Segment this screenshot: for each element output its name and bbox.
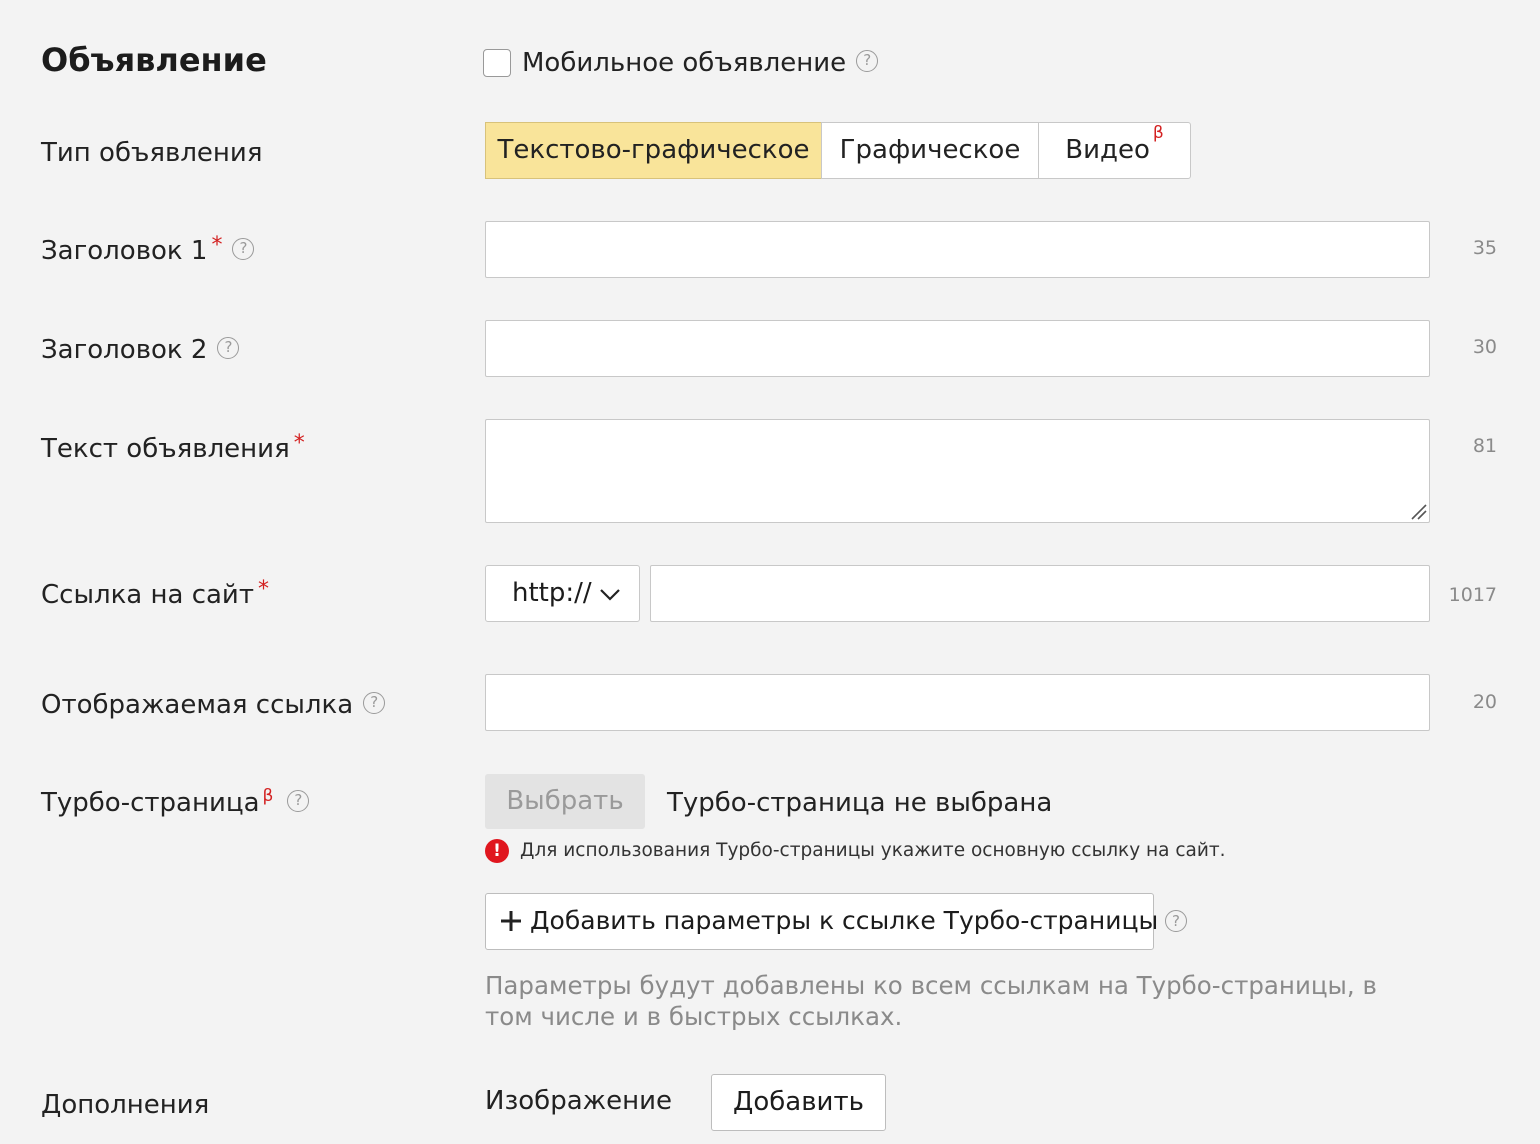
headline1-input[interactable] [485,221,1430,278]
site-link-counter: 1017 [1448,584,1497,606]
headline2-input[interactable] [485,320,1430,377]
turbo-choose-button[interactable]: Выбрать [485,774,645,829]
mobile-ad-row: Мобильное объявление? [522,46,879,80]
turbo-error-text: Для использования Турбо-страницы укажите… [520,840,1226,861]
resize-handle-icon[interactable] [1409,502,1427,520]
headline2-row: Заголовок 2? [41,333,240,367]
headline1-row: Заголовок 1 *? [41,233,255,268]
mobile-ad-label: Мобильное объявление [522,48,847,78]
chevron-down-icon [600,589,620,601]
question-circle-icon[interactable]: ? [856,49,879,72]
question-circle-icon[interactable]: ? [287,789,310,812]
ad-type-text-graphic-label: Текстово-графическое [497,135,810,165]
section-title: Объявление [41,41,267,79]
display-link-label: Отображаемая ссылка [41,690,354,720]
extras-label: Дополнения [41,1090,210,1120]
ad-text-textarea[interactable] [485,419,1430,523]
ad-text-counter: 81 [1472,435,1497,457]
question-circle-icon[interactable]: ? [1165,910,1187,932]
ad-type-graphic-label: Графическое [839,135,1021,165]
required-mark: * [293,431,305,456]
add-turbo-params-button[interactable]: Добавить параметры к ссылке Турбо-страни… [485,893,1158,950]
required-mark: * [211,233,223,258]
image-label: Изображение [485,1086,672,1116]
required-mark: * [257,577,269,602]
site-link-row: Ссылка на сайт * [41,578,269,612]
beta-mark: β [262,786,274,806]
site-link-label: Ссылка на сайт [41,580,254,610]
protocol-select[interactable]: http:// [485,565,640,622]
site-link-input[interactable] [650,565,1430,622]
headline2-label: Заголовок 2 [41,335,208,365]
add-image-button[interactable]: Добавить [711,1074,886,1131]
display-link-counter: 20 [1472,691,1497,713]
ad-type-video-label: Видео [1065,135,1150,165]
add-image-label: Добавить [733,1087,864,1117]
display-link-row: Отображаемая ссылка? [41,688,386,722]
turbo-choose-label: Выбрать [506,786,624,816]
ad-text-row: Текст объявления * [41,432,305,466]
turbo-params-note: Параметры будут добавлены ко всем ссылка… [485,971,1377,1031]
headline2-counter: 30 [1472,336,1497,358]
add-turbo-params-label: Добавить параметры к ссылке Турбо-страни… [530,906,1159,935]
ad-type-label: Тип объявления [41,138,263,168]
turbo-status: Турбо-страница не выбрана [667,788,1053,818]
protocol-value: http:// [512,578,592,608]
headline1-counter: 35 [1472,237,1497,259]
display-link-input[interactable] [485,674,1430,731]
beta-mark: β [1152,123,1164,143]
ad-type-graphic[interactable]: Графическое [821,122,1039,179]
ad-type-text-graphic[interactable]: Текстово-графическое [485,122,822,179]
turbo-row: Турбо-страница β? [41,786,310,820]
question-circle-icon[interactable]: ? [363,691,386,714]
mobile-ad-checkbox[interactable] [483,49,511,77]
turbo-label: Турбо-страница [41,788,260,818]
ad-text-label: Текст объявления [41,434,290,464]
ad-type-video[interactable]: Видеоβ [1038,122,1191,179]
plus-icon [501,911,521,931]
question-circle-icon[interactable]: ? [232,237,255,260]
exclamation-circle-icon: ! [485,839,509,863]
question-circle-icon[interactable]: ? [217,336,240,359]
add-params-help-wrap: ? [1165,910,1187,932]
headline1-label: Заголовок 1 [41,236,208,266]
